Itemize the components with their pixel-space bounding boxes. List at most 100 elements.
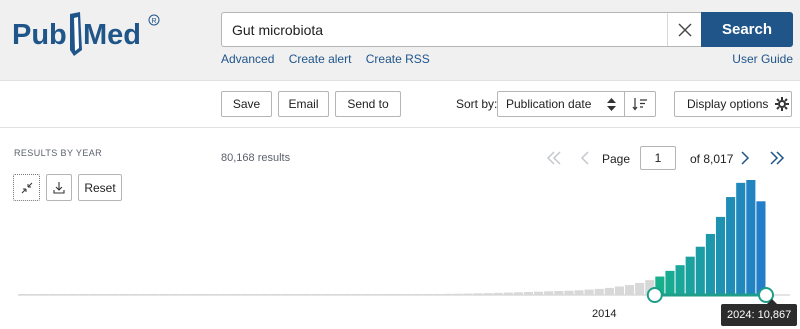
year-bar-2015[interactable] [665,270,675,295]
year-bar-2011[interactable] [624,285,635,295]
last-page-icon[interactable] [769,150,785,166]
year-bar-2021[interactable] [726,197,736,295]
year-bar-2003[interactable] [544,291,554,295]
create-rss-link[interactable]: Create RSS [366,52,430,66]
year-bar-2016[interactable] [675,265,685,295]
year-bar-1994[interactable] [453,293,463,295]
year-bar-1963[interactable] [139,294,149,295]
year-bar-2004[interactable] [554,291,564,295]
year-bar-1993[interactable] [443,293,453,295]
search-input[interactable] [232,13,662,46]
year-bar-1959[interactable] [99,294,109,295]
advanced-link[interactable]: Advanced [221,52,274,66]
first-page-icon[interactable] [546,150,562,166]
year-bar-1997[interactable] [483,293,493,295]
year-bar-2020[interactable] [715,216,726,295]
year-bar-1972[interactable] [230,294,240,295]
year-bar-1965[interactable] [160,294,170,295]
sort-direction-button[interactable] [624,91,656,117]
year-bar-1998[interactable] [493,292,503,295]
year-bar-1955[interactable] [58,294,69,295]
sort-select[interactable]: Publication date [497,91,625,117]
year-bar-1977[interactable] [281,294,291,295]
results-count: 80,168 results [221,152,291,164]
year-bar-1995[interactable] [463,293,473,295]
save-button[interactable]: Save [221,91,272,117]
year-bar-1996[interactable] [473,293,483,295]
create-alert-link[interactable]: Create alert [289,52,352,66]
year-bar-2018[interactable] [695,246,705,295]
year-bar-1967[interactable] [180,294,190,295]
year-bar-1966[interactable] [170,294,180,295]
sort-by-label: Sort by: [456,97,498,111]
year-bar-1979[interactable] [301,294,311,295]
year-bar-2002[interactable] [534,291,544,295]
year-bar-1992[interactable] [432,294,443,295]
next-page-icon[interactable] [739,150,751,166]
year-bar-1974[interactable] [250,294,261,295]
year-bar-1983[interactable] [341,294,352,295]
year-bar-2019[interactable] [705,233,715,295]
year-bar-1980[interactable] [311,294,321,295]
year-bar-1962[interactable] [129,294,139,295]
year-bar-2010[interactable] [614,286,624,295]
year-bar-1976[interactable] [271,294,281,295]
year-bar-1991[interactable] [422,294,432,295]
year-bar-2007[interactable] [584,289,594,295]
pubmed-logo[interactable]: Pub Med R [12,10,162,60]
year-bar-2009[interactable] [604,287,614,295]
year-bar-1971[interactable] [220,294,230,295]
year-bar-1975[interactable] [261,294,271,295]
range-start-handle[interactable] [646,287,663,303]
page-label: Page [602,152,631,166]
year-bar-1952[interactable] [28,294,38,295]
year-bar-1968[interactable] [190,294,200,295]
year-bar-1958[interactable] [89,294,99,295]
year-bar-2000[interactable] [513,292,523,295]
range-start-label: 2014 [592,308,617,320]
year-bar-1988[interactable] [392,294,402,295]
year-bar-2022[interactable] [736,182,746,295]
search-button[interactable]: Search [701,12,793,47]
search-box [221,12,701,47]
year-bar-1981[interactable] [321,294,331,295]
year-bar-1973[interactable] [240,294,250,295]
previous-page-icon[interactable] [579,150,591,166]
year-bar-1989[interactable] [402,294,412,295]
year-bar-1956[interactable] [69,294,79,295]
year-bar-2024[interactable] [756,201,766,295]
send-to-button[interactable]: Send to [335,91,401,117]
year-bar-2023[interactable] [746,180,756,295]
year-bar-1953[interactable] [38,294,48,295]
svg-text:Med: Med [83,19,141,51]
year-bar-1982[interactable] [331,294,341,295]
year-bar-1954[interactable] [48,294,58,295]
year-bar-1964[interactable] [149,294,160,295]
year-bar-2005[interactable] [564,290,574,295]
email-button[interactable]: Email [278,91,329,117]
year-bar-2008[interactable] [594,288,604,295]
page-number-input[interactable] [640,146,676,170]
display-options-button[interactable]: Display options [674,91,792,117]
year-bar-1969[interactable] [200,294,210,295]
year-bar-1960[interactable] [109,294,119,295]
page-total: of 8,017 [690,152,734,166]
year-bar-1951[interactable] [18,294,28,295]
user-guide-link[interactable]: User Guide [732,52,793,66]
year-bar-2012[interactable] [635,282,645,295]
year-bar-2017[interactable] [685,256,695,295]
year-bar-1970[interactable] [210,294,220,295]
year-bar-1985[interactable] [362,294,372,295]
clear-search-button[interactable] [667,13,701,46]
results-by-year-chart [18,180,790,303]
year-bar-1999[interactable] [503,292,513,295]
year-bar-2006[interactable] [574,290,584,295]
year-bar-1986[interactable] [372,294,382,295]
year-bar-1984[interactable] [352,294,362,295]
year-bar-1990[interactable] [412,294,422,295]
year-bar-1957[interactable] [79,294,89,295]
year-bar-2001[interactable] [523,292,534,295]
year-bar-1961[interactable] [119,294,129,295]
year-bar-1987[interactable] [382,294,392,295]
year-bar-1978[interactable] [291,294,301,295]
